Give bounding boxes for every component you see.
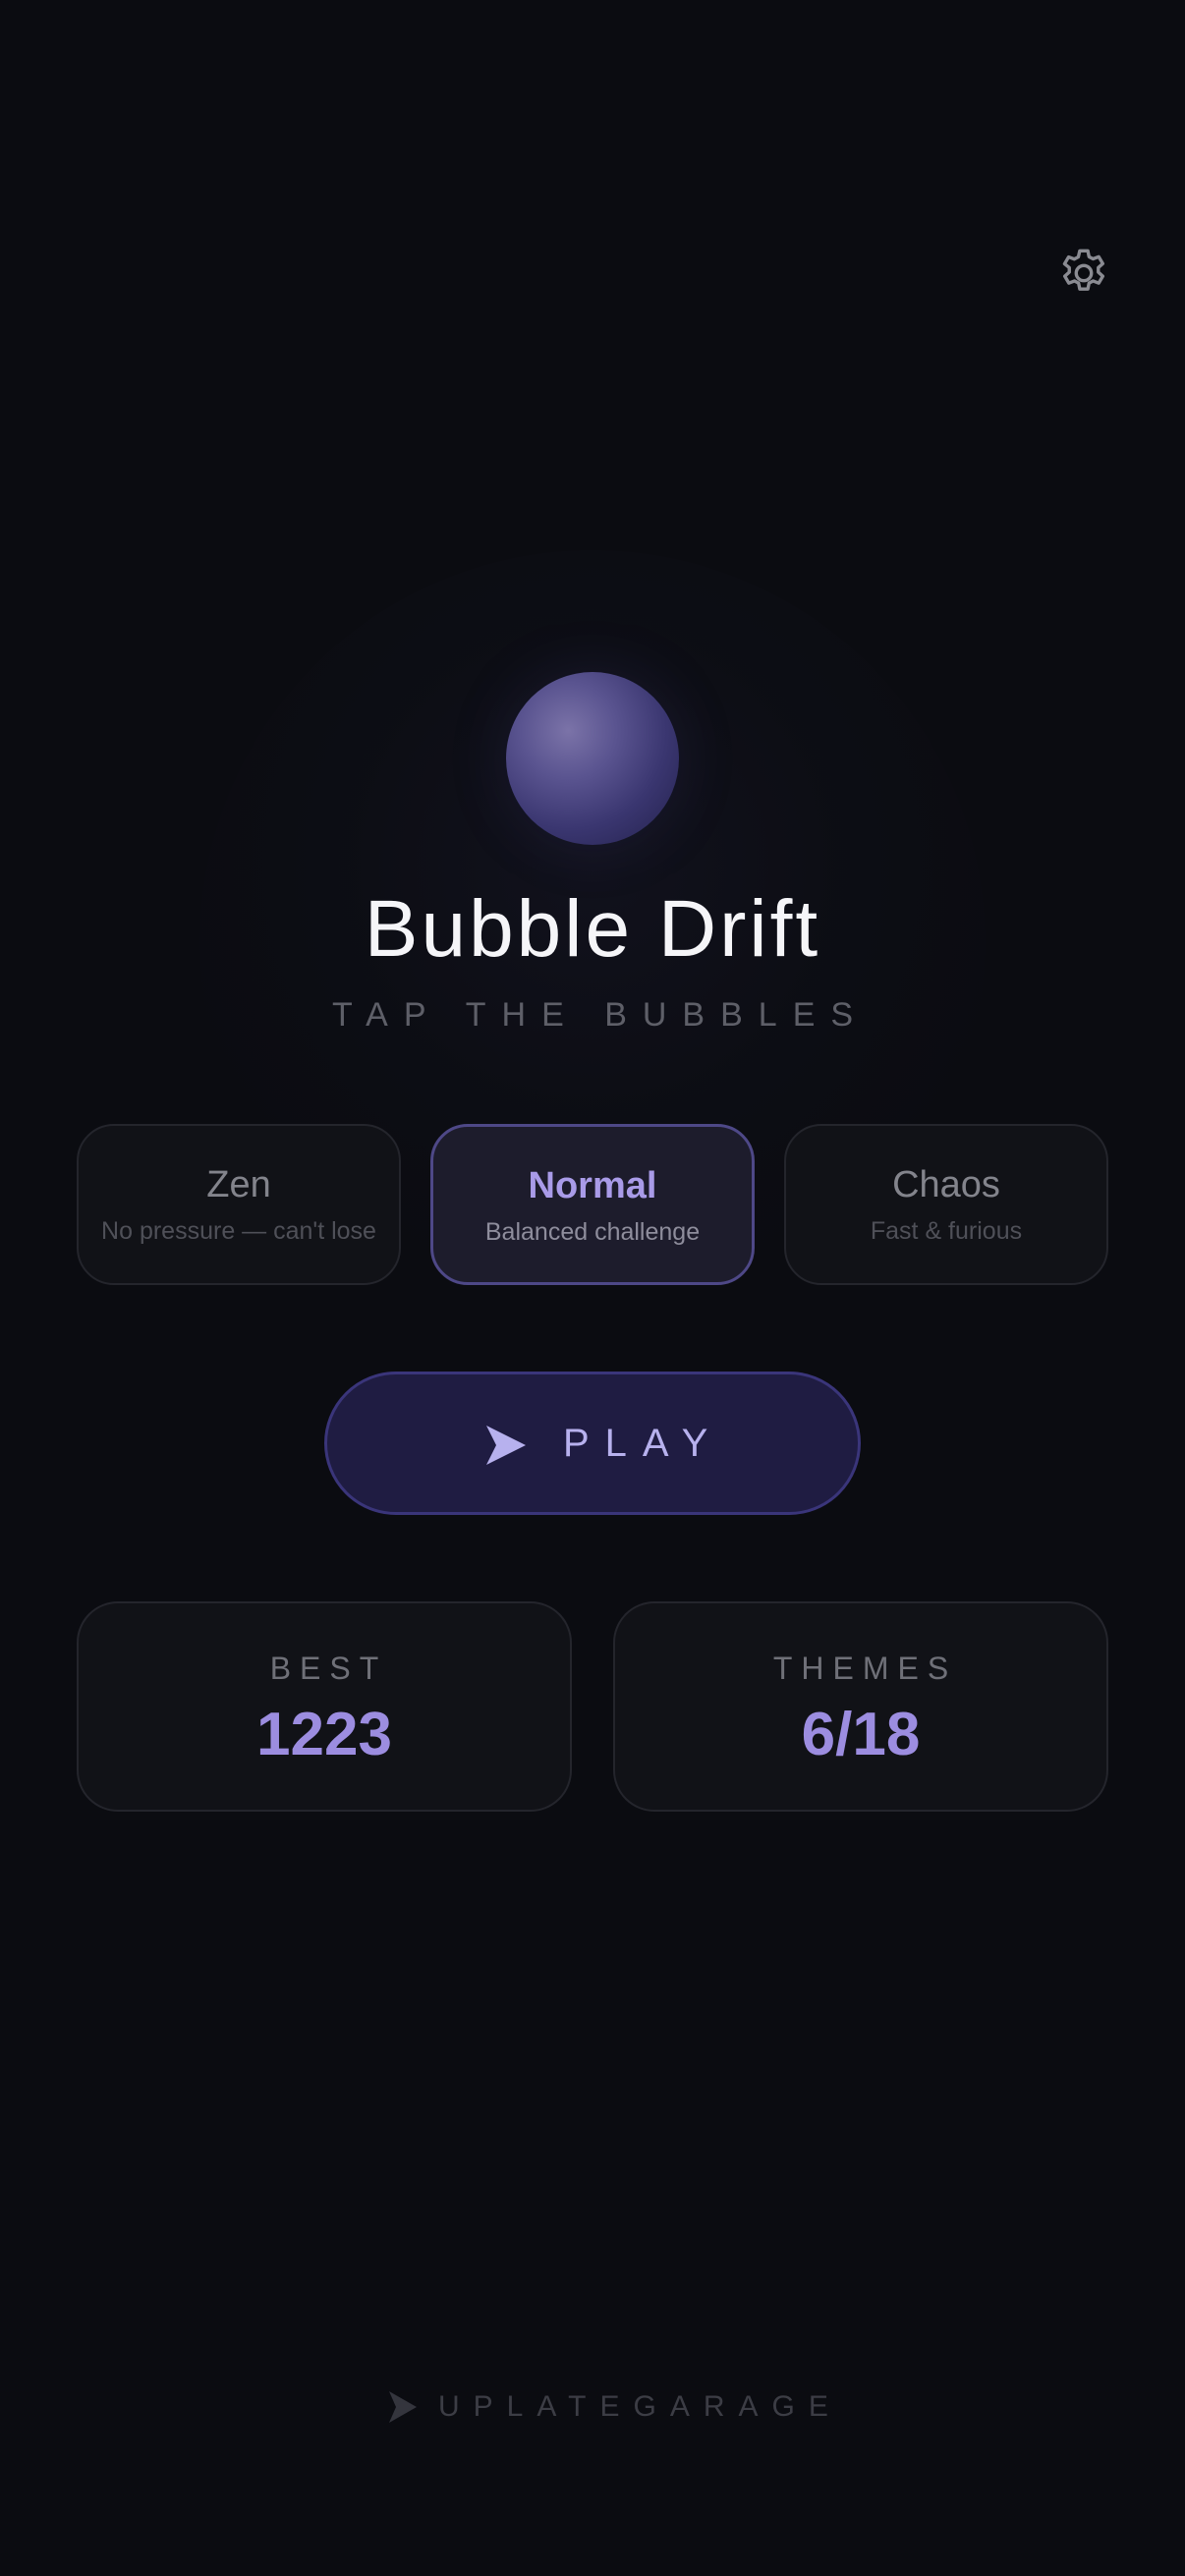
play-label: PLAY <box>563 1422 724 1465</box>
mode-normal-button[interactable]: Normal Balanced challenge <box>430 1124 755 1285</box>
best-value: 1223 <box>256 1701 392 1768</box>
best-score-card: BEST 1223 <box>77 1601 572 1812</box>
play-icon <box>389 2391 417 2423</box>
bubble-logo <box>506 672 679 845</box>
themes-label: THEMES <box>772 1651 958 1686</box>
mode-zen-button[interactable]: Zen No pressure — can't lose <box>77 1124 401 1285</box>
gear-icon <box>1062 249 1105 291</box>
game-title: Bubble Drift <box>364 884 821 974</box>
best-label: BEST <box>269 1651 388 1686</box>
play-button[interactable]: PLAY <box>324 1372 861 1515</box>
footer-brand: UPLATEGARAGE <box>387 2385 842 2429</box>
game-subtitle: TAP THE BUBBLES <box>331 996 870 1034</box>
settings-button[interactable] <box>1053 243 1114 304</box>
mode-description: Fast & furious <box>870 1217 1023 1245</box>
brand-name: UPLATEGARAGE <box>438 2390 842 2423</box>
themes-value: 6/18 <box>801 1701 921 1768</box>
mode-name: Zen <box>206 1164 271 1205</box>
mode-description: No pressure — can't lose <box>101 1217 376 1245</box>
mode-selector: Zen No pressure — can't lose Normal Bala… <box>77 1124 1108 1285</box>
mode-name: Chaos <box>892 1164 1000 1205</box>
play-icon <box>486 1426 526 1465</box>
themes-card[interactable]: THEMES 6/18 <box>613 1601 1108 1812</box>
mode-description: Balanced challenge <box>484 1218 701 1246</box>
mode-chaos-button[interactable]: Chaos Fast & furious <box>784 1124 1108 1285</box>
mode-name: Normal <box>528 1165 657 1206</box>
